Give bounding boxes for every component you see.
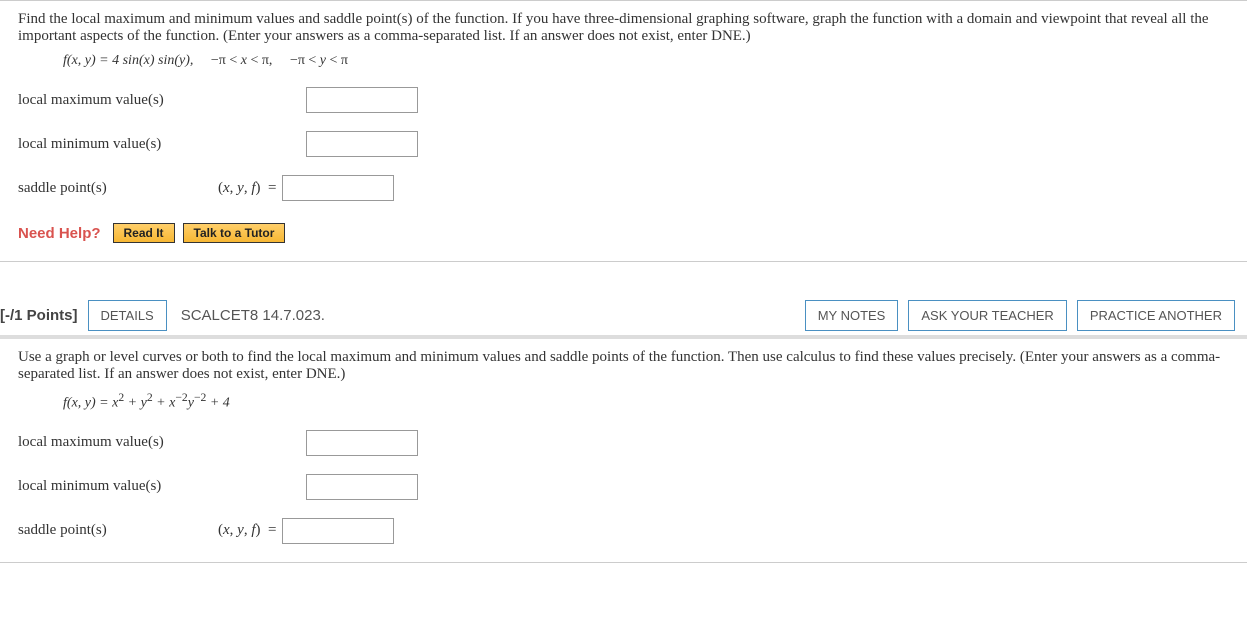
question-2-header: [-/1 Points] DETAILS SCALCET8 14.7.023. …: [0, 292, 1247, 339]
question-1-content: Find the local maximum and minimum value…: [0, 1, 1247, 261]
q2-max-label: local maximum value(s): [18, 434, 218, 451]
q1-row-max: local maximum value(s): [18, 87, 1229, 113]
q1-row-saddle: saddle point(s) (x, y, f) =: [18, 175, 1229, 201]
details-button[interactable]: DETAILS: [88, 300, 167, 331]
q2-points: [-/1 Points]: [0, 307, 78, 324]
q1-max-input[interactable]: [306, 87, 418, 113]
q2-prompt: Use a graph or level curves or both to f…: [18, 349, 1229, 383]
need-help-row: Need Help? Read It Talk to a Tutor: [18, 223, 1229, 243]
q2-saddle-input[interactable]: [282, 518, 394, 544]
q1-saddle-prefix: (x, y, f) =: [218, 180, 276, 197]
q2-max-input[interactable]: [306, 430, 418, 456]
q2-ref: SCALCET8 14.7.023.: [181, 307, 325, 324]
q2-row-saddle: saddle point(s) (x, y, f) =: [18, 518, 1229, 544]
question-1: Find the local maximum and minimum value…: [0, 0, 1247, 262]
read-it-button[interactable]: Read It: [113, 223, 175, 243]
ask-teacher-button[interactable]: ASK YOUR TEACHER: [908, 300, 1066, 331]
practice-another-button[interactable]: PRACTICE ANOTHER: [1077, 300, 1235, 331]
q2-saddle-prefix: (x, y, f) =: [218, 522, 276, 539]
q2-saddle-label: saddle point(s): [18, 522, 218, 539]
need-help-label: Need Help?: [18, 225, 101, 242]
q2-min-input[interactable]: [306, 474, 418, 500]
q1-min-input[interactable]: [306, 131, 418, 157]
q1-saddle-input[interactable]: [282, 175, 394, 201]
q2-row-min: local minimum value(s): [18, 474, 1229, 500]
question-2: [-/1 Points] DETAILS SCALCET8 14.7.023. …: [0, 292, 1247, 563]
q1-max-label: local maximum value(s): [18, 92, 218, 109]
q1-prompt: Find the local maximum and minimum value…: [18, 11, 1229, 45]
q1-saddle-label: saddle point(s): [18, 180, 218, 197]
q1-min-label: local minimum value(s): [18, 136, 218, 153]
q2-function: f(x, y) = x2 + y2 + x−2y−2 + 4: [63, 391, 1229, 412]
question-2-content: Use a graph or level curves or both to f…: [0, 339, 1247, 562]
q1-function: f(x, y) = 4 sin(x) sin(y), −π < x < π, −…: [63, 53, 1229, 69]
q2-min-label: local minimum value(s): [18, 478, 218, 495]
my-notes-button[interactable]: MY NOTES: [805, 300, 899, 331]
q2-row-max: local maximum value(s): [18, 430, 1229, 456]
talk-tutor-button[interactable]: Talk to a Tutor: [183, 223, 286, 243]
q1-row-min: local minimum value(s): [18, 131, 1229, 157]
